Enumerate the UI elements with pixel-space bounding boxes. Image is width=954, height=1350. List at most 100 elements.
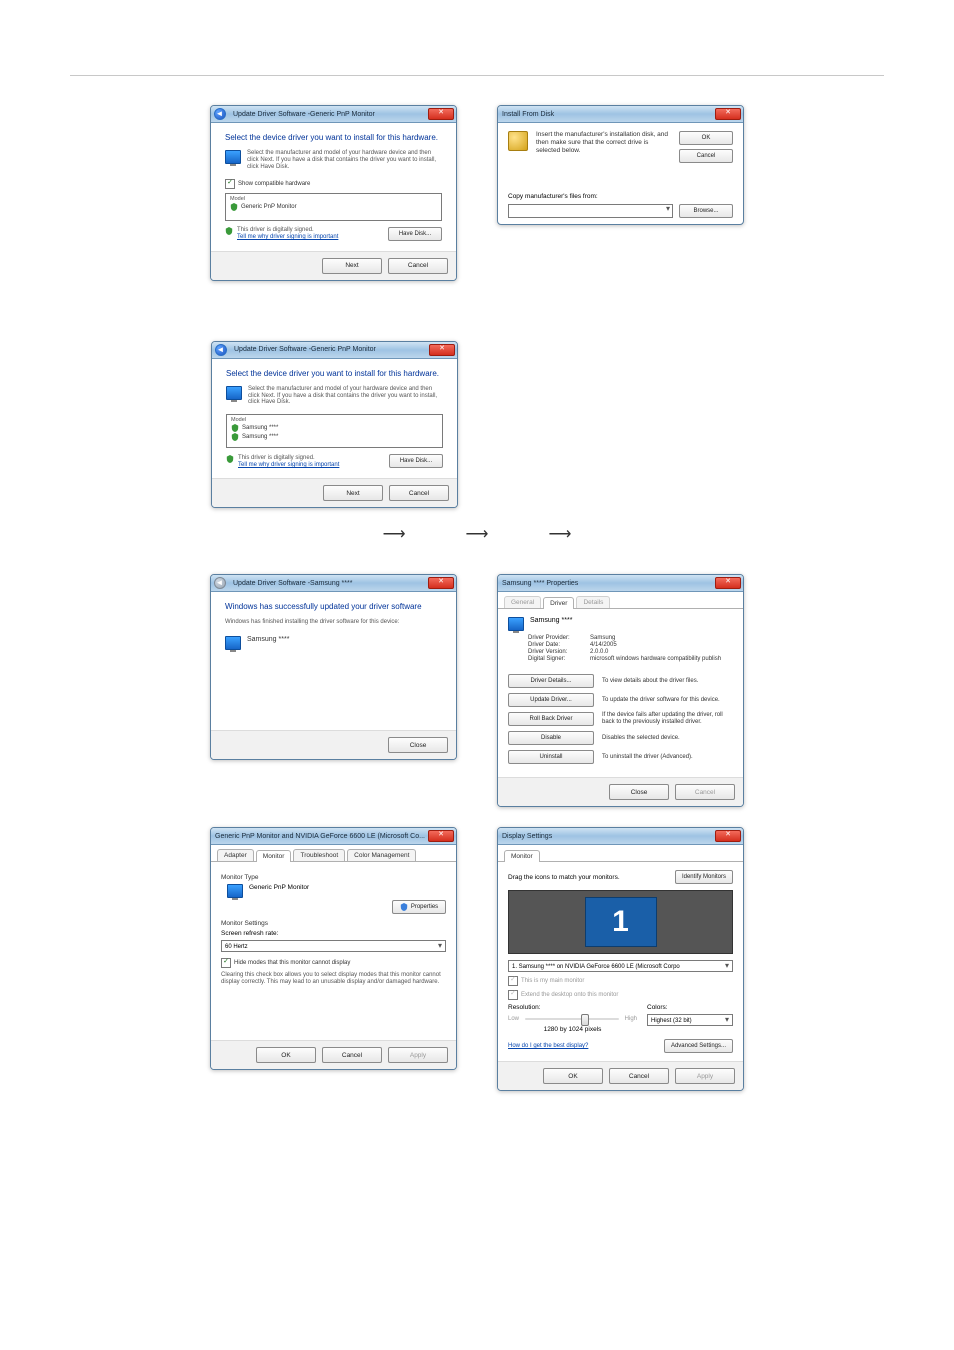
display-settings-dialog: Display Settings ✕ Monitor Drag the icon… bbox=[497, 827, 744, 1091]
hide-modes-checkbox[interactable]: ✓ bbox=[221, 958, 231, 968]
monitor-1-icon[interactable]: 1 bbox=[585, 897, 657, 947]
close-icon[interactable]: ✕ bbox=[715, 577, 741, 589]
monitor-arrangement-box[interactable]: 1 bbox=[508, 890, 733, 954]
main-monitor-checkbox: ✓ bbox=[508, 976, 518, 986]
tab-strip: Adapter Monitor Troubleshoot Color Manag… bbox=[211, 845, 456, 862]
driver-details-button[interactable]: Driver Details... bbox=[508, 674, 594, 688]
shield-icon bbox=[231, 433, 239, 441]
hide-modes-description: Clearing this check box allows you to se… bbox=[221, 972, 446, 986]
window-titlebar: ◄ Update Driver Software - Samsung **** … bbox=[211, 575, 456, 592]
tab-color-management[interactable]: Color Management bbox=[347, 849, 416, 861]
monitor-select[interactable]: 1. Samsung **** on NVIDIA GeForce 6600 L… bbox=[508, 960, 733, 972]
resolution-label: Resolution: bbox=[508, 1004, 637, 1011]
window-titlebar: ◄ Update Driver Software - Generic PnP M… bbox=[212, 342, 457, 359]
window-title: Samsung **** Properties bbox=[502, 580, 578, 587]
arrow-icon: ⟶ bbox=[383, 524, 406, 544]
colors-label: Colors: bbox=[647, 1004, 733, 1011]
tab-driver[interactable]: Driver bbox=[543, 597, 574, 609]
window-titlebar: Samsung **** Properties ✕ bbox=[498, 575, 743, 592]
monitor-type-label: Monitor Type bbox=[221, 874, 446, 881]
close-icon[interactable]: ✕ bbox=[715, 830, 741, 842]
back-button[interactable]: ◄ bbox=[215, 344, 227, 356]
tab-monitor[interactable]: Monitor bbox=[256, 850, 292, 862]
ok-button[interactable]: OK bbox=[543, 1068, 603, 1084]
next-button[interactable]: Next bbox=[323, 485, 383, 501]
copy-from-combo[interactable] bbox=[508, 204, 673, 218]
advanced-settings-button[interactable]: Advanced Settings... bbox=[664, 1039, 733, 1053]
slider-high-label: High bbox=[625, 1016, 637, 1022]
monitor-properties-dialog: Generic PnP Monitor and NVIDIA GeForce 6… bbox=[210, 827, 457, 1070]
slider-low-label: Low bbox=[508, 1016, 519, 1022]
copy-from-label: Copy manufacturer's files from: bbox=[508, 193, 733, 200]
disk-icon bbox=[508, 131, 528, 151]
wizard-instruction: Select the manufacturer and model of you… bbox=[247, 150, 442, 171]
tab-troubleshoot[interactable]: Troubleshoot bbox=[293, 849, 345, 861]
close-icon[interactable]: ✕ bbox=[428, 830, 454, 842]
tab-adapter[interactable]: Adapter bbox=[217, 849, 254, 861]
apply-button: Apply bbox=[388, 1047, 448, 1063]
refresh-rate-select[interactable]: 60 Hertz bbox=[221, 940, 446, 952]
step-arrows: ⟶ ⟶ ⟶ bbox=[70, 524, 884, 544]
monitor-icon bbox=[508, 617, 524, 631]
show-compatible-label: Show compatible hardware bbox=[238, 181, 310, 187]
drag-instruction: Drag the icons to match your monitors. bbox=[508, 874, 620, 881]
wizard-heading: Select the device driver you want to ins… bbox=[225, 133, 442, 142]
close-icon[interactable]: ✕ bbox=[428, 577, 454, 589]
device-name: Samsung **** bbox=[530, 617, 572, 624]
monitor-icon bbox=[225, 636, 241, 650]
rollback-driver-button[interactable]: Roll Back Driver bbox=[508, 712, 594, 726]
window-title: Install From Disk bbox=[502, 111, 554, 118]
device-properties-dialog: Samsung **** Properties ✕ General Driver… bbox=[497, 574, 744, 807]
identify-monitors-button[interactable]: Identify Monitors bbox=[675, 870, 733, 884]
show-compatible-checkbox[interactable]: ✓ bbox=[225, 179, 235, 189]
help-link[interactable]: How do I get the best display? bbox=[508, 1043, 588, 1049]
extend-desktop-checkbox: ✓ bbox=[508, 990, 518, 1000]
ok-button[interactable]: OK bbox=[256, 1047, 316, 1063]
wizard-subtext: Windows has finished installing the driv… bbox=[225, 619, 442, 626]
disable-button[interactable]: Disable bbox=[508, 731, 594, 745]
next-button[interactable]: Next bbox=[322, 258, 382, 274]
close-icon[interactable]: ✕ bbox=[429, 344, 455, 356]
shield-icon bbox=[231, 424, 239, 432]
resolution-slider[interactable] bbox=[525, 1014, 619, 1024]
uninstall-button[interactable]: Uninstall bbox=[508, 750, 594, 764]
browse-button[interactable]: Browse... bbox=[679, 204, 733, 218]
installed-device-name: Samsung **** bbox=[247, 636, 289, 643]
close-icon[interactable]: ✕ bbox=[715, 108, 741, 120]
cancel-button[interactable]: Cancel bbox=[389, 485, 449, 501]
window-title: Generic PnP Monitor and NVIDIA GeForce 6… bbox=[215, 833, 425, 840]
tab-monitor[interactable]: Monitor bbox=[504, 850, 540, 862]
tab-strip: Monitor bbox=[498, 845, 743, 862]
tab-details[interactable]: Details bbox=[576, 596, 610, 608]
monitor-settings-label: Monitor Settings bbox=[221, 920, 446, 927]
ok-button[interactable]: OK bbox=[679, 131, 733, 145]
resolution-value: 1280 by 1024 pixels bbox=[508, 1026, 637, 1033]
back-button: ◄ bbox=[214, 577, 226, 589]
hide-modes-label: Hide modes that this monitor cannot disp… bbox=[234, 960, 350, 966]
tab-general[interactable]: General bbox=[504, 596, 541, 608]
close-button[interactable]: Close bbox=[609, 784, 669, 800]
cancel-button[interactable]: Cancel bbox=[388, 258, 448, 274]
signed-text: This driver is digitally signed. bbox=[237, 227, 338, 234]
cancel-button[interactable]: Cancel bbox=[679, 149, 733, 163]
model-listbox[interactable]: Model Samsung **** Samsung **** bbox=[226, 414, 443, 448]
monitor-icon bbox=[227, 884, 243, 898]
header-rule bbox=[70, 75, 884, 76]
monitor-name: Generic PnP Monitor bbox=[249, 884, 309, 891]
close-icon[interactable]: ✕ bbox=[428, 108, 454, 120]
model-listbox[interactable]: Model Generic PnP Monitor bbox=[225, 193, 442, 221]
close-button[interactable]: Close bbox=[388, 737, 448, 753]
update-driver-wizard-1: ◄ Update Driver Software - Generic PnP M… bbox=[210, 105, 457, 281]
monitor-properties-button[interactable]: Properties bbox=[392, 900, 446, 914]
monitor-icon bbox=[226, 386, 242, 400]
update-driver-button[interactable]: Update Driver... bbox=[508, 693, 594, 707]
colors-select[interactable]: Highest (32 bit) bbox=[647, 1014, 733, 1026]
have-disk-button[interactable]: Have Disk... bbox=[388, 227, 442, 241]
signing-link[interactable]: Tell me why driver signing is important bbox=[237, 234, 338, 240]
back-button[interactable]: ◄ bbox=[214, 108, 226, 120]
have-disk-button[interactable]: Have Disk... bbox=[389, 454, 443, 468]
signing-link[interactable]: Tell me why driver signing is important bbox=[238, 462, 339, 468]
cancel-button[interactable]: Cancel bbox=[609, 1068, 669, 1084]
window-titlebar: Display Settings ✕ bbox=[498, 828, 743, 845]
cancel-button[interactable]: Cancel bbox=[322, 1047, 382, 1063]
